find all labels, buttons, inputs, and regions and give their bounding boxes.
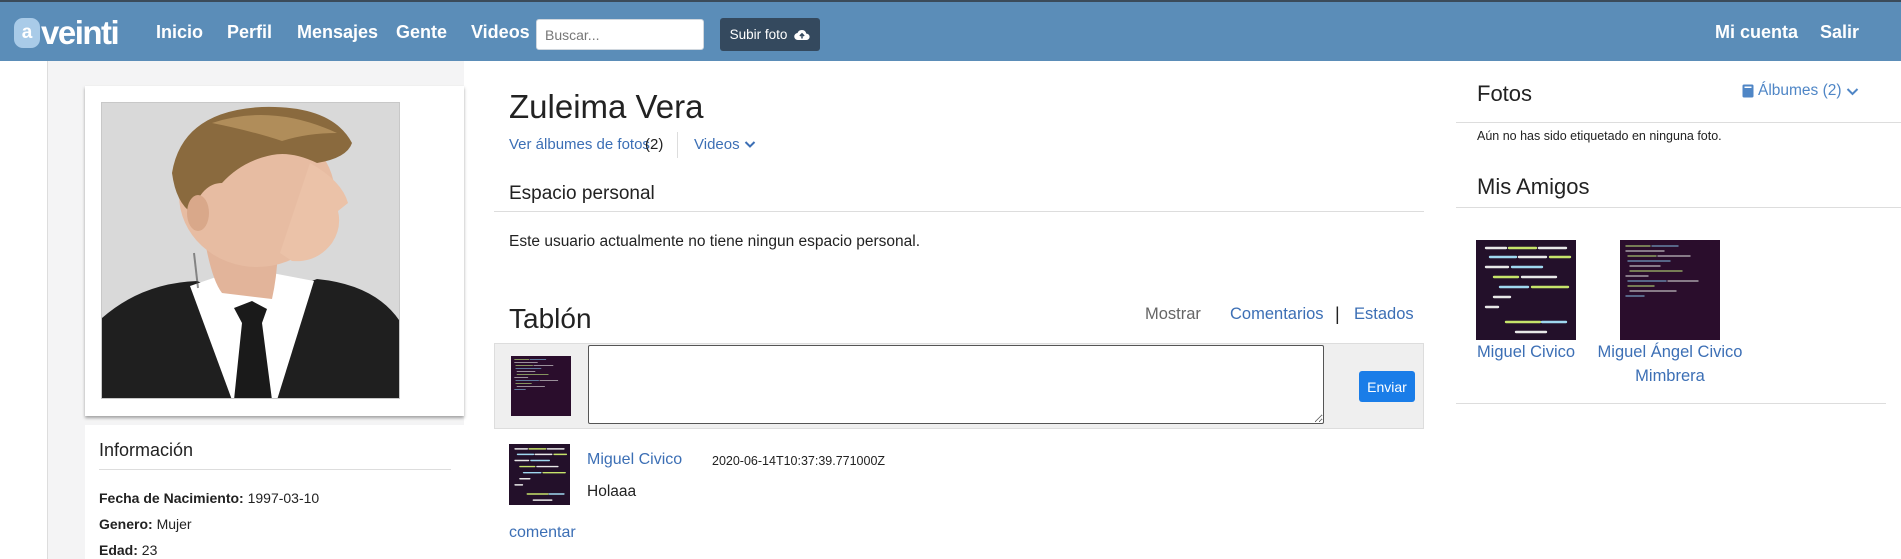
chevron-down-icon xyxy=(744,141,755,148)
info-label: Genero: xyxy=(99,516,153,532)
search-input[interactable] xyxy=(536,19,704,50)
videos-dropdown[interactable]: Videos xyxy=(694,136,756,153)
my-account-link[interactable]: Mi cuenta xyxy=(1715,22,1798,43)
nav-link-inicio[interactable]: Inicio xyxy=(156,22,203,43)
albums-dropdown-label: Álbumes (2) xyxy=(1758,82,1842,99)
board-title: Tablón xyxy=(509,303,592,334)
profile-photo-card xyxy=(85,86,464,416)
cloud-upload-icon xyxy=(794,30,810,41)
info-label: Fecha de Nacimiento: xyxy=(99,490,244,506)
filter-states-link[interactable]: Estados xyxy=(1354,305,1414,324)
nav-link-gente[interactable]: Gente xyxy=(396,22,447,43)
top-navbar: a veinti Inicio Perfil Mensajes Gente Vi… xyxy=(0,0,1901,61)
albums-count: (2) xyxy=(645,136,664,153)
videos-label: Videos xyxy=(694,136,740,153)
friends-divider xyxy=(1456,207,1901,208)
chevron-down-icon xyxy=(1846,87,1858,95)
info-row-birthdate: Fecha de Nacimiento: 1997-03-10 xyxy=(99,490,319,506)
logo-badge: a xyxy=(14,18,40,48)
post-text: Holaaa xyxy=(587,483,637,500)
personal-space-title: Espacio personal xyxy=(509,183,655,204)
post-author-link[interactable]: Miguel Civico xyxy=(587,451,682,469)
friends-bottom-divider xyxy=(1456,403,1886,404)
send-button[interactable]: Enviar xyxy=(1359,371,1415,402)
post-composer: Enviar xyxy=(494,343,1424,429)
composer-avatar xyxy=(511,356,571,416)
comment-link[interactable]: comentar xyxy=(509,524,576,542)
info-row-gender: Genero: Mujer xyxy=(99,516,192,532)
profile-portrait-image xyxy=(102,103,399,398)
links-divider xyxy=(677,132,678,158)
friend-avatar[interactable] xyxy=(1620,240,1720,340)
friends-title: Mis Amigos xyxy=(1477,174,1590,199)
logo-text: veinti xyxy=(41,14,120,51)
upload-photo-label: Subir foto xyxy=(729,27,788,42)
view-albums-link[interactable]: Ver álbumes de fotos xyxy=(509,136,650,153)
info-label: Edad: xyxy=(99,542,138,558)
info-value: 23 xyxy=(141,542,158,558)
no-tags-text: Aún no has sido etiquetado en ninguna fo… xyxy=(1477,129,1722,143)
photos-divider xyxy=(1456,122,1901,123)
post-author-avatar[interactable] xyxy=(509,444,570,505)
filter-comments-link[interactable]: Comentarios xyxy=(1230,305,1324,324)
info-row-age: Edad: 23 xyxy=(99,542,157,558)
info-value: 1997-03-10 xyxy=(247,490,320,506)
filter-separator: | xyxy=(1335,304,1340,324)
profile-name: Zuleima Vera xyxy=(509,88,704,125)
friend-name-link[interactable]: Miguel Civico xyxy=(1466,340,1586,364)
upload-photo-button[interactable]: Subir foto xyxy=(720,18,820,51)
personal-space-divider xyxy=(494,211,1424,212)
info-divider xyxy=(99,469,451,470)
site-logo[interactable]: a veinti xyxy=(14,14,120,51)
logout-link[interactable]: Salir xyxy=(1820,22,1859,43)
friend-name-link[interactable]: Miguel Ángel Civico Mimbrera xyxy=(1590,340,1750,388)
profile-photo[interactable] xyxy=(101,102,400,399)
post-textarea[interactable] xyxy=(588,345,1324,424)
nav-link-videos[interactable]: Videos xyxy=(471,22,530,43)
friend-avatar[interactable] xyxy=(1476,240,1576,340)
show-label: Mostrar xyxy=(1145,305,1201,323)
nav-link-mensajes[interactable]: Mensajes xyxy=(297,22,378,43)
personal-space-text: Este usuario actualmente no tiene ningun… xyxy=(509,233,921,250)
info-panel: Información Fecha de Nacimiento: 1997-03… xyxy=(85,425,464,559)
info-value: Mujer xyxy=(156,516,192,532)
info-title: Información xyxy=(99,440,194,460)
photos-title: Fotos xyxy=(1477,81,1533,106)
albums-dropdown[interactable]: Álbumes (2) xyxy=(1742,82,1859,100)
nav-link-perfil[interactable]: Perfil xyxy=(227,22,272,43)
post-timestamp: 2020-06-14T10:37:39.771000Z xyxy=(712,454,886,468)
book-icon xyxy=(1742,84,1754,98)
